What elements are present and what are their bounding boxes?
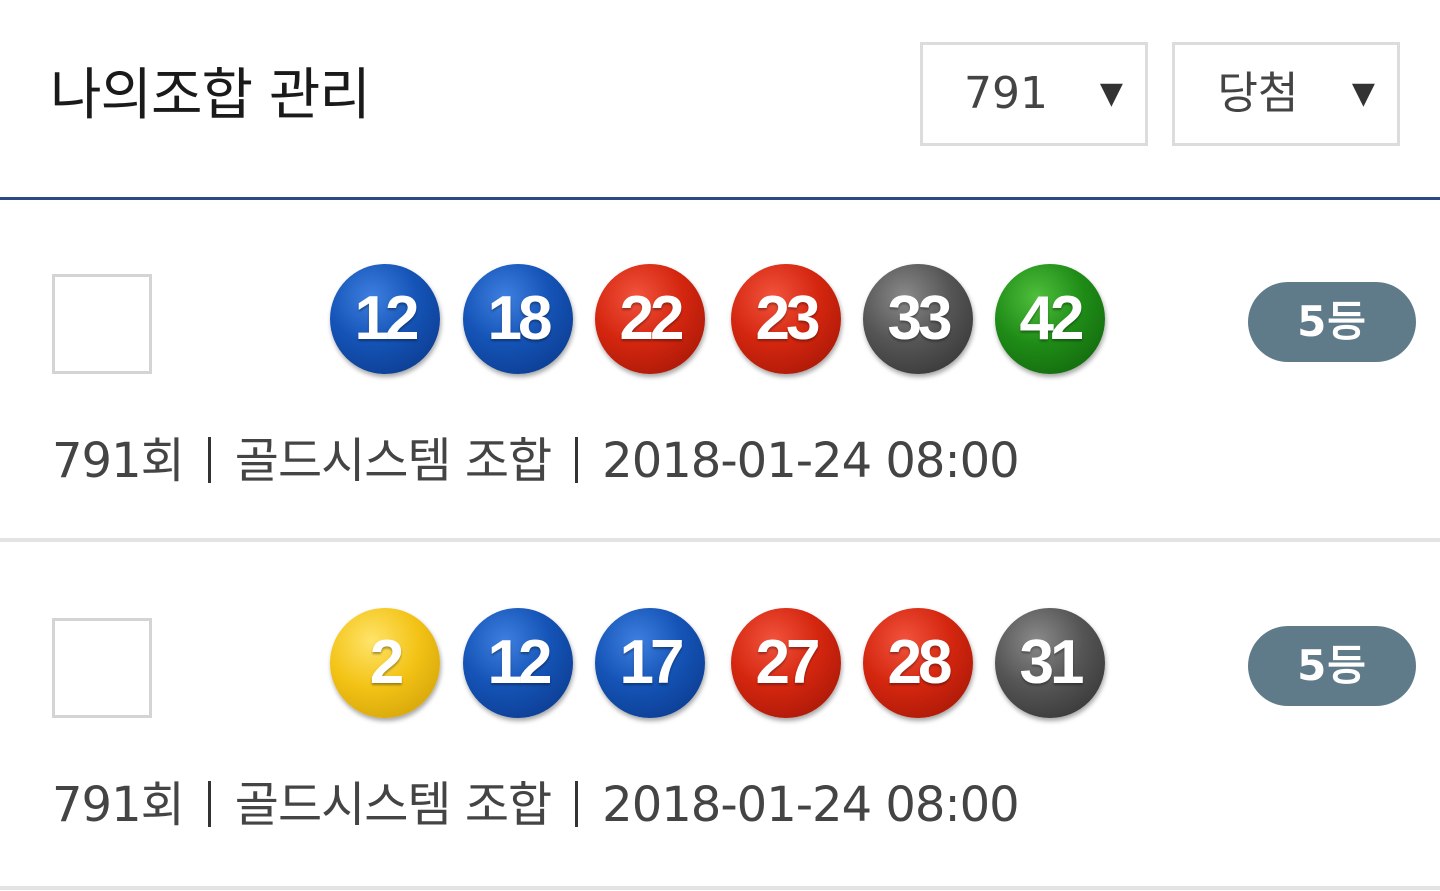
combination-type: 골드시스템 조합 — [234, 433, 552, 489]
select-checkbox[interactable] — [52, 618, 152, 718]
lotto-ball: 12 — [463, 608, 573, 718]
combination-datetime: 2018-01-24 08:00 — [602, 433, 1020, 489]
lotto-numbers: 12 18 22 23 33 42 — [330, 264, 1130, 376]
lotto-ball: 17 — [595, 608, 705, 718]
dropdown-arrow-icon: ▼ — [1099, 76, 1123, 111]
combination-row: 2 12 17 27 28 31 5등 791회 골드시스템 조합 2018-01-… — [0, 544, 1440, 890]
combination-row: 12 18 22 23 33 42 5등 791회 골드시스템 조합 2018-01… — [0, 200, 1440, 542]
select-checkbox[interactable] — [52, 274, 152, 374]
round-label: 791회 — [52, 433, 185, 489]
dropdown-arrow-icon: ▼ — [1351, 76, 1375, 111]
divider — [207, 781, 211, 827]
divider — [575, 437, 579, 483]
lotto-ball: 28 — [863, 608, 973, 718]
round-select-value: 791 — [964, 68, 1048, 119]
combination-type: 골드시스템 조합 — [234, 777, 552, 833]
lotto-ball: 23 — [731, 264, 841, 374]
lotto-ball: 22 — [595, 264, 705, 374]
lotto-ball: 27 — [731, 608, 841, 718]
page-title: 나의조합 관리 — [50, 63, 371, 128]
round-select[interactable]: 791 ▼ — [920, 42, 1148, 146]
lotto-ball: 31 — [995, 608, 1105, 718]
rank-badge: 5등 — [1248, 626, 1416, 706]
lotto-numbers: 2 12 17 27 28 31 — [330, 608, 1130, 720]
combination-meta: 791회 골드시스템 조합 2018-01-24 08:00 — [52, 426, 1020, 496]
combination-datetime: 2018-01-24 08:00 — [602, 777, 1020, 833]
divider — [575, 781, 579, 827]
result-filter-value: 당첨 — [1217, 68, 1299, 119]
divider — [207, 437, 211, 483]
header: 나의조합 관리 791 ▼ 당첨 ▼ — [0, 0, 1440, 200]
rank-badge: 5등 — [1248, 282, 1416, 362]
lotto-ball: 12 — [330, 264, 440, 374]
lotto-ball: 33 — [863, 264, 973, 374]
lotto-ball: 2 — [330, 608, 440, 718]
result-filter-select[interactable]: 당첨 ▼ — [1172, 42, 1400, 146]
round-label: 791회 — [52, 777, 185, 833]
lotto-ball: 18 — [463, 264, 573, 374]
lotto-ball: 42 — [995, 264, 1105, 374]
combination-meta: 791회 골드시스템 조합 2018-01-24 08:00 — [52, 770, 1020, 840]
